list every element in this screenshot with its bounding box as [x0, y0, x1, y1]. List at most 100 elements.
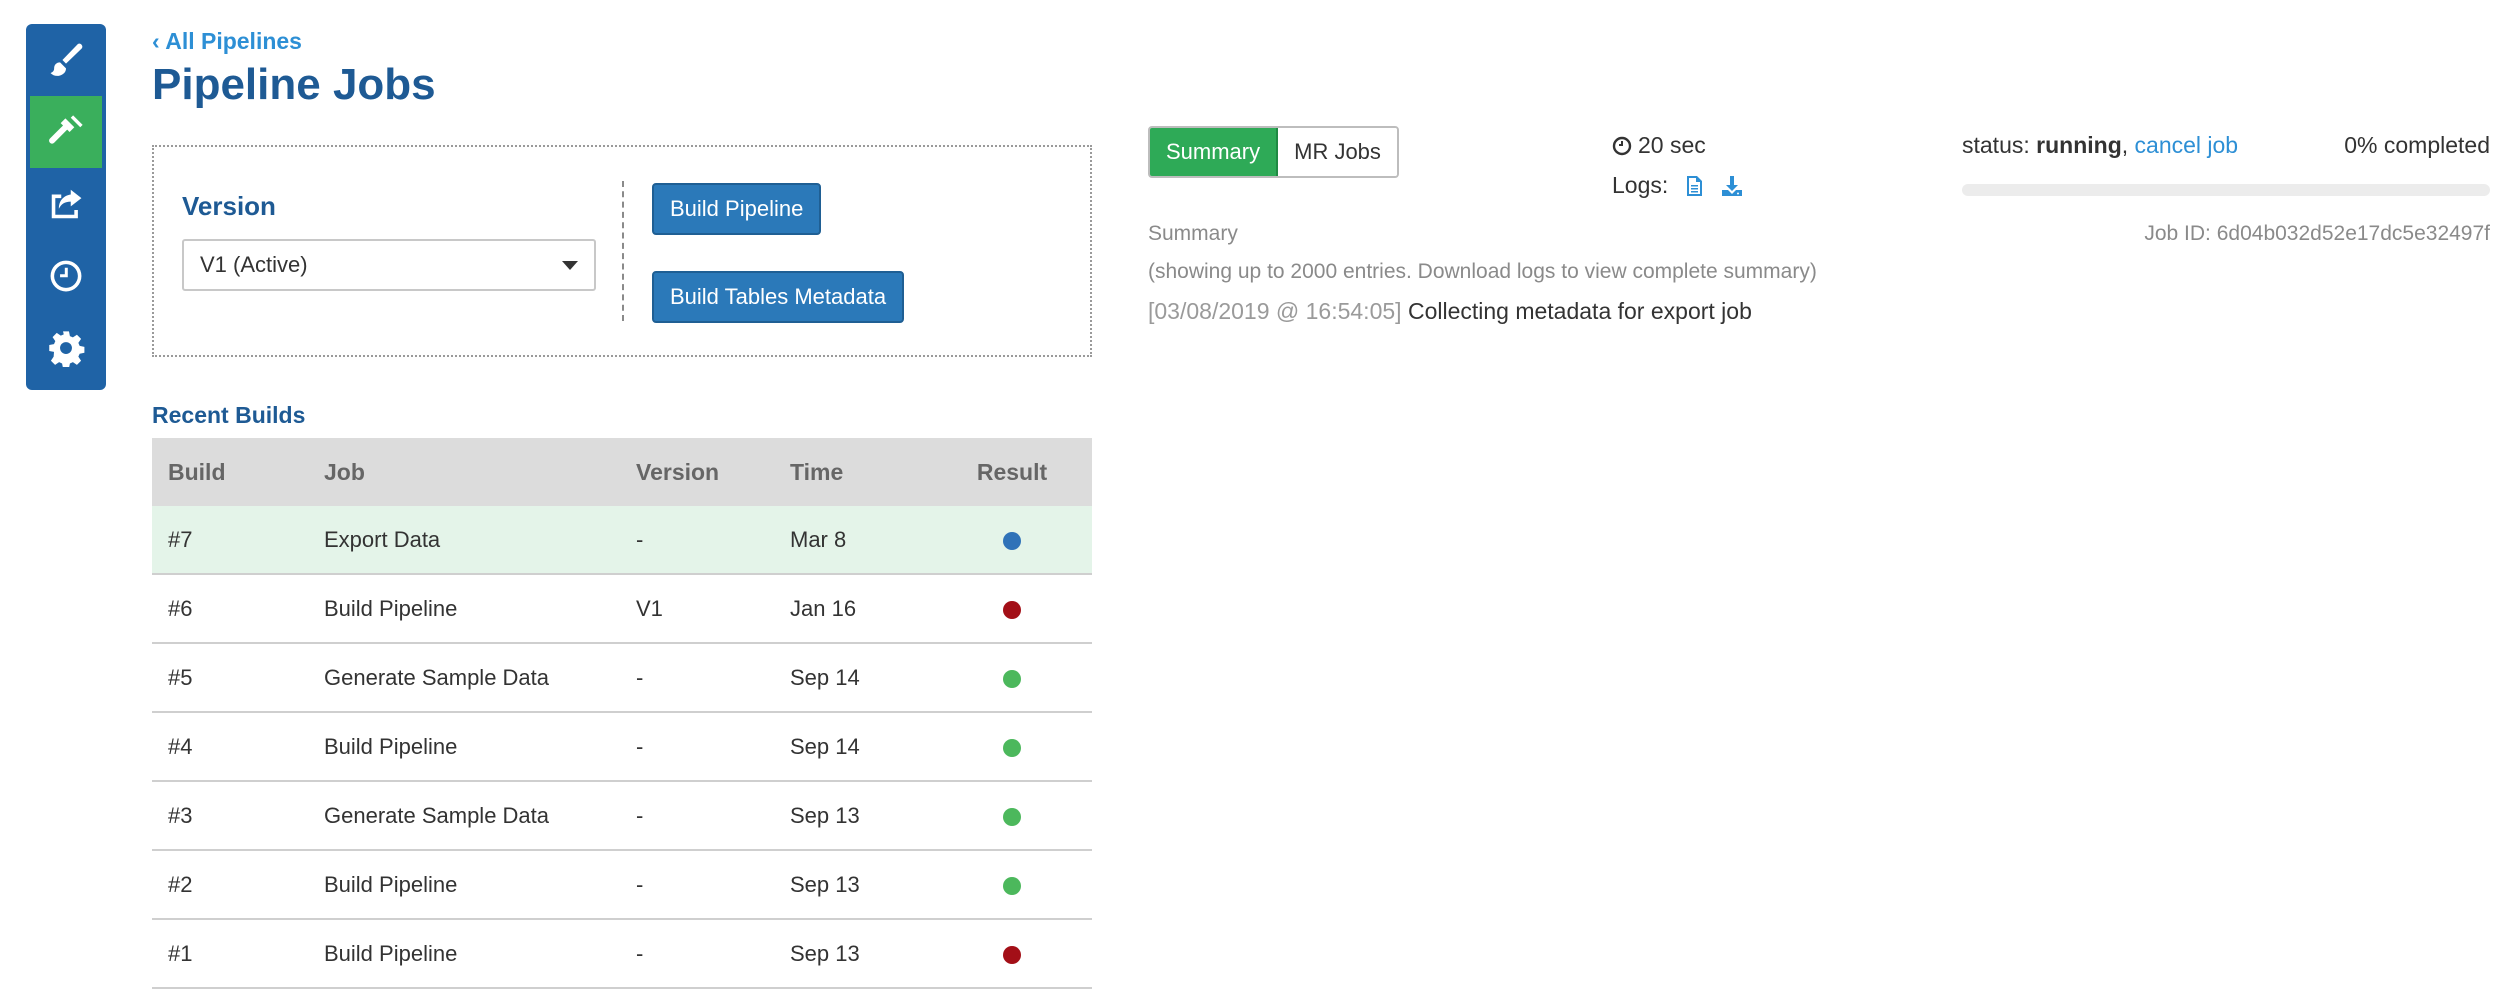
cell-job: Build Pipeline [308, 574, 620, 644]
cell-build: #2 [152, 850, 308, 920]
cell-build: #5 [152, 643, 308, 713]
builds-table-body: #7 Export Data - Mar 8 #6 Build Pipeline V1 Jan… [152, 506, 1092, 989]
result-status-dot [1003, 876, 1021, 895]
cell-job: Build Pipeline [308, 850, 620, 920]
table-row[interactable]: #4 Build Pipeline - Sep 14 [152, 712, 1092, 782]
sidebar-item-build[interactable] [30, 96, 102, 168]
log-entry: [03/08/2019 @ 16:54:05] Collecting metad… [1148, 298, 1752, 325]
cell-build: #3 [152, 781, 308, 851]
version-select[interactable]: V1 (Active) [182, 239, 596, 291]
cell-time: Sep 14 [774, 643, 932, 713]
version-select-value: V1 (Active) [200, 252, 308, 277]
cell-result [932, 919, 1092, 989]
result-status-dot [1003, 807, 1021, 826]
cell-build: #1 [152, 919, 308, 989]
summary-note: (showing up to 2000 entries. Download lo… [1148, 260, 1817, 283]
caret-down-icon [562, 260, 578, 270]
cell-job: Generate Sample Data [308, 781, 620, 851]
cell-job: Build Pipeline [308, 919, 620, 989]
job-status: status: running, cancel job [1962, 132, 2239, 158]
sidebar-item-design[interactable] [26, 24, 106, 96]
panel-divider [622, 181, 624, 321]
view-toggle: Summary MR Jobs [1148, 126, 1399, 178]
table-row[interactable]: #3 Generate Sample Data - Sep 13 [152, 781, 1092, 851]
cell-time: Sep 13 [774, 919, 932, 989]
status-prefix: status: [1962, 132, 2030, 158]
cell-version: - [620, 506, 774, 575]
sidebar-item-settings[interactable] [26, 312, 106, 384]
cell-version: - [620, 919, 774, 989]
table-row[interactable]: #1 Build Pipeline - Sep 13 [152, 919, 1092, 989]
log-message: Collecting metadata for export job [1407, 298, 1752, 324]
cell-time: Mar 8 [774, 506, 932, 575]
download-icon[interactable] [1720, 174, 1744, 198]
cell-version: - [620, 643, 774, 713]
table-header-row: Build Job Version Time Result [152, 438, 1092, 506]
cell-result [932, 850, 1092, 920]
sidebar [26, 24, 106, 390]
cell-time: Sep 14 [774, 712, 932, 782]
status-value: running [2036, 132, 2122, 158]
cell-result [932, 506, 1092, 575]
cell-job: Export Data [308, 506, 620, 575]
cell-job: Build Pipeline [308, 712, 620, 782]
cell-version: - [620, 781, 774, 851]
cell-build: #7 [152, 506, 308, 575]
logs-row: Logs: [1612, 172, 1744, 199]
cell-build: #6 [152, 574, 308, 644]
chevron-left-icon: ‹ [152, 28, 166, 54]
result-status-dot [1003, 738, 1021, 757]
tab-summary[interactable]: Summary [1150, 128, 1279, 176]
build-tables-metadata-button[interactable]: Build Tables Metadata [652, 271, 905, 323]
clock-icon [50, 260, 82, 292]
result-status-dot [1003, 600, 1021, 619]
version-label: Version [182, 191, 276, 221]
cell-result [932, 712, 1092, 782]
cell-version: V1 [620, 574, 774, 644]
column-header-result: Result [932, 438, 1092, 506]
version-panel: Version V1 (Active) Build Pipeline Build… [152, 145, 1092, 357]
back-link[interactable]: ‹ All Pipelines [152, 28, 302, 55]
duration-value: 20 sec [1638, 132, 1706, 158]
gear-icon [49, 331, 85, 367]
tab-mr-jobs[interactable]: MR Jobs [1278, 128, 1397, 176]
table-row[interactable]: #2 Build Pipeline - Sep 13 [152, 850, 1092, 920]
paint-brush-icon [50, 43, 83, 76]
view-log-file-icon[interactable] [1682, 174, 1706, 198]
job-progress-bar [1962, 184, 2490, 196]
sidebar-item-history[interactable] [26, 240, 106, 312]
cell-build: #4 [152, 712, 308, 782]
hammer-icon [49, 115, 83, 144]
log-timestamp: [03/08/2019 @ 16:54:05] [1148, 298, 1402, 324]
cell-version: - [620, 712, 774, 782]
table-row[interactable]: #7 Export Data - Mar 8 [152, 506, 1092, 575]
recent-builds-title: Recent Builds [152, 402, 306, 428]
logs-label: Logs: [1612, 172, 1669, 198]
job-duration: 20 sec [1612, 132, 1706, 159]
table-row[interactable]: #5 Generate Sample Data - Sep 14 [152, 643, 1092, 713]
cell-job: Generate Sample Data [308, 643, 620, 713]
percent-completed: 0% completed [2344, 132, 2490, 158]
share-icon [51, 189, 82, 219]
cell-time: Sep 13 [774, 781, 932, 851]
job-id: Job ID: 6d04b032d52e17dc5e32497f [2144, 222, 2490, 245]
table-row[interactable]: #6 Build Pipeline V1 Jan 16 [152, 574, 1092, 644]
page-title: Pipeline Jobs [152, 60, 436, 109]
result-status-dot [1003, 531, 1021, 550]
result-status-dot [1003, 669, 1021, 688]
build-pipeline-button[interactable]: Build Pipeline [652, 183, 822, 235]
column-header-version: Version [620, 438, 774, 506]
back-link-label: All Pipelines [165, 28, 302, 54]
cell-time: Sep 13 [774, 850, 932, 920]
cell-result [932, 643, 1092, 713]
summary-label: Summary [1148, 222, 1238, 245]
clock-icon [1612, 136, 1632, 155]
column-header-time: Time [774, 438, 932, 506]
cell-result [932, 781, 1092, 851]
cell-version: - [620, 850, 774, 920]
sidebar-item-export[interactable] [26, 168, 106, 240]
cancel-job-link[interactable]: cancel job [2135, 132, 2239, 158]
cell-result [932, 574, 1092, 644]
cell-time: Jan 16 [774, 574, 932, 644]
recent-builds-table: Build Job Version Time Result #7 Export D… [152, 438, 1092, 989]
